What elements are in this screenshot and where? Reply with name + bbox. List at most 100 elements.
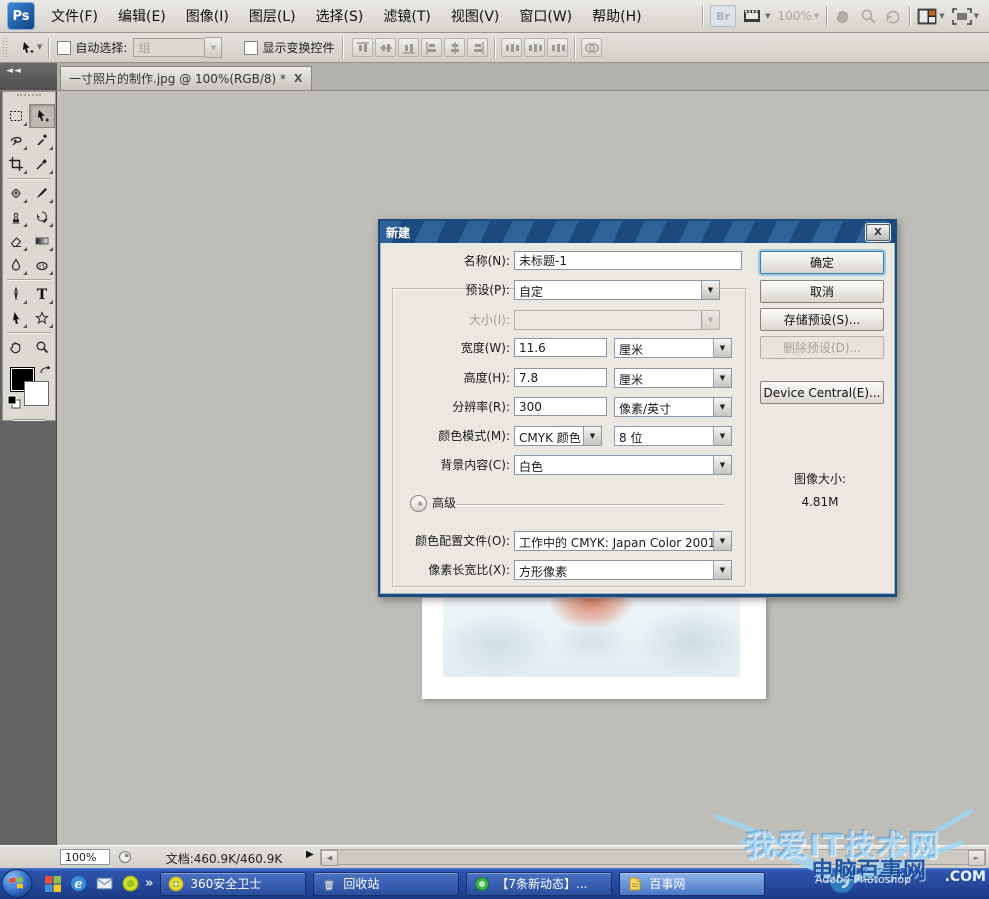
screen-mode-button[interactable]: ▼ [952,8,979,25]
document-tab[interactable]: 一寸照片的制作.jpg @ 100%(RGB/8) * X [60,66,312,90]
zoom-level-control[interactable]: 100% ▼ [778,9,820,23]
magic-wand-tool[interactable] [29,128,55,152]
chevron-down-icon[interactable]: ▼ [713,561,731,579]
distribute-right-edges-button[interactable] [547,38,568,57]
align-vertical-centers-button[interactable] [375,38,396,57]
chevron-down-icon[interactable]: ▼ [205,37,222,58]
taskbar-button[interactable]: 360安全卫士 [160,872,306,896]
device-central-button[interactable]: Device Central(E)... [760,381,884,404]
swap-colors-icon[interactable] [39,364,53,377]
color-mode-dropdown[interactable]: CMYK 颜色 ▼ [514,426,602,446]
show-transform-controls-checkbox[interactable]: 显示变换控件 [244,39,334,56]
colorful-app-icon[interactable] [44,875,61,892]
rotate-view-icon[interactable] [884,7,902,25]
height-unit-dropdown[interactable]: 厘米 ▼ [614,368,732,388]
background-color-swatch[interactable] [24,381,49,406]
lasso-tool[interactable] [3,128,29,152]
auto-align-layers-button[interactable] [581,38,602,57]
cancel-button[interactable]: 取消 [760,280,884,303]
360-circle-icon[interactable] [122,875,139,892]
width-unit-dropdown[interactable]: 厘米 ▼ [614,338,732,358]
close-button[interactable]: X [866,224,890,241]
name-input[interactable]: 未标题-1 [514,251,742,270]
auto-select-checkbox[interactable]: 自动选择: [57,39,127,56]
ok-button[interactable]: 确定 [760,251,884,274]
drag-grip[interactable] [17,94,41,102]
history-brush-tool[interactable] [29,205,55,229]
drag-grip[interactable] [2,37,9,59]
chevron-down-icon[interactable]: ▼ [701,281,719,299]
sponge-tool[interactable] [29,253,55,277]
menu-item[interactable]: 选择(S) [306,2,374,30]
healing-brush-tool[interactable] [3,181,29,205]
chevron-down-icon[interactable]: ▼ [713,398,731,416]
preset-dropdown[interactable]: 自定 ▼ [514,280,720,300]
status-clock-icon[interactable] [118,850,132,864]
pen-tool[interactable] [3,282,29,306]
eyedropper-tool[interactable] [29,152,55,176]
taskbar-button[interactable]: 回收站 [313,872,459,896]
resolution-input[interactable]: 300 [514,397,607,416]
color-profile-dropdown[interactable]: 工作中的 CMYK: Japan Color 2001... ▼ [514,531,732,551]
horizontal-scrollbar[interactable]: ◀ ► [320,849,986,865]
current-tool-button[interactable]: ▼ [13,40,48,56]
path-selection-tool[interactable] [3,306,29,330]
menu-item[interactable]: 帮助(H) [582,2,651,30]
brush-tool[interactable] [29,181,55,205]
pixel-aspect-dropdown[interactable]: 方形像素 ▼ [514,560,732,580]
height-input[interactable]: 7.8 [514,368,607,387]
status-menu-arrow-icon[interactable]: ▶ [306,849,314,860]
zoom-percent-input[interactable]: 100% [60,849,110,865]
align-left-edges-button[interactable] [421,38,442,57]
clone-stamp-tool[interactable] [3,205,29,229]
hand-tool[interactable] [3,335,29,359]
scroll-left-icon[interactable]: ◀ [321,850,338,866]
chevron-down-icon[interactable]: ▼ [713,369,731,387]
ie-icon[interactable]: e [70,875,87,892]
hand-tool-icon[interactable] [834,7,852,25]
menu-item[interactable]: 编辑(E) [108,2,176,30]
advanced-collapse-button[interactable]: « [410,495,427,512]
auto-select-scope-select[interactable]: 组 [133,38,205,57]
resolution-unit-dropdown[interactable]: 像素/英寸 ▼ [614,397,732,417]
align-top-edges-button[interactable] [352,38,373,57]
zoom-tool-icon[interactable] [859,7,877,25]
launch-bridge-button[interactable]: Br [710,5,736,27]
default-colors-icon[interactable] [7,395,22,410]
chevron-down-icon[interactable]: ▼ [713,532,731,550]
collapse-toolbox-button[interactable]: ◄◄ [0,63,57,90]
menu-item[interactable]: 图像(I) [176,2,239,30]
zoom-tool[interactable] [29,335,55,359]
custom-shape-tool[interactable] [29,306,55,330]
blur-tool[interactable] [3,253,29,277]
scroll-right-icon[interactable]: ► [968,850,985,866]
gradient-tool[interactable] [29,229,55,253]
taskbar-button[interactable]: 【7条新动态】... [466,872,612,896]
mail-icon[interactable] [96,875,113,892]
align-right-edges-button[interactable] [467,38,488,57]
close-icon[interactable]: X [294,72,302,85]
menu-item[interactable]: 图层(L) [239,2,306,30]
chevron-down-icon[interactable]: ▼ [583,427,601,445]
extras-button[interactable]: ▼ [743,8,770,24]
distribute-horizontal-centers-button[interactable] [524,38,545,57]
width-input[interactable]: 11.6 [514,338,607,357]
quick-launch-overflow-icon[interactable]: » [145,876,153,891]
align-horizontal-centers-button[interactable] [444,38,465,57]
rectangular-marquee-tool[interactable] [3,104,29,128]
taskbar-button[interactable]: 百事网 [619,872,765,896]
save-preset-button[interactable]: 存储预设(S)... [760,308,884,331]
distribute-left-edges-button[interactable] [501,38,522,57]
eraser-tool[interactable] [3,229,29,253]
chevron-down-icon[interactable]: ▼ [713,427,731,445]
type-tool[interactable]: T [29,282,55,306]
dialog-title-bar[interactable]: 新建 X [380,221,895,243]
move-tool[interactable] [29,104,55,128]
workspace-layout-button[interactable]: ▼ [917,8,944,25]
menu-item[interactable]: 滤镜(T) [373,2,440,30]
crop-tool[interactable] [3,152,29,176]
background-contents-dropdown[interactable]: 白色 ▼ [514,455,732,475]
bit-depth-dropdown[interactable]: 8 位 ▼ [614,426,732,446]
menu-item[interactable]: 窗口(W) [509,2,582,30]
chevron-down-icon[interactable]: ▼ [713,339,731,357]
